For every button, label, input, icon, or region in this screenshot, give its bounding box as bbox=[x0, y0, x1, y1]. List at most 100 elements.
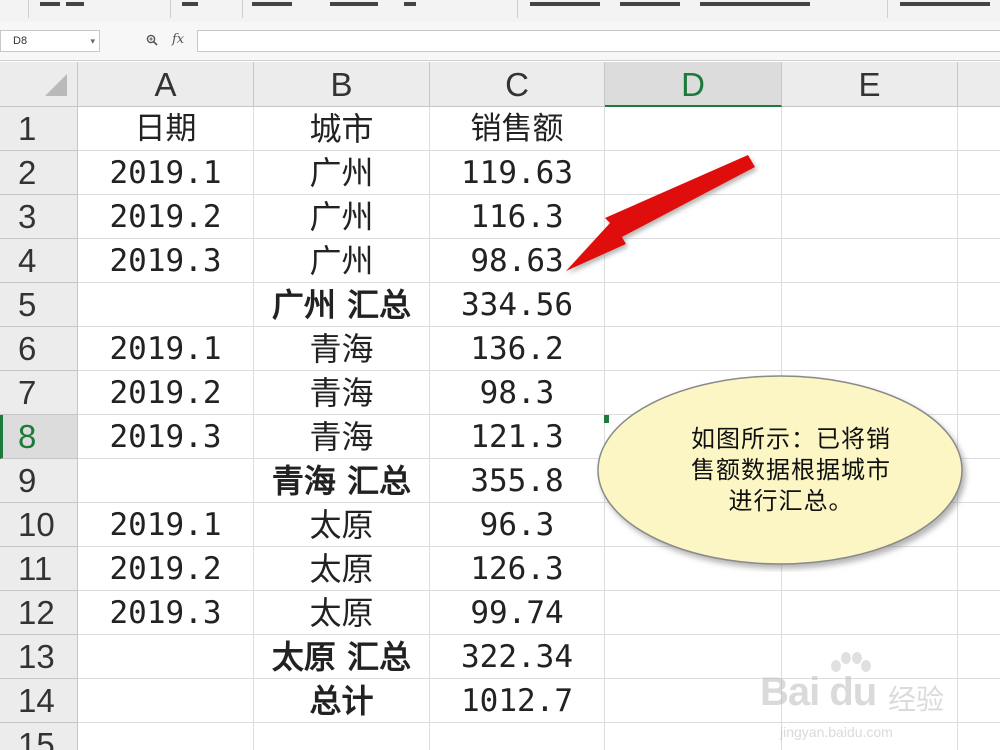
cell-x13[interactable] bbox=[958, 635, 1000, 679]
column-header-d[interactable]: D bbox=[605, 62, 782, 107]
cell-a1[interactable]: 日期 bbox=[78, 107, 254, 151]
cell-d15[interactable] bbox=[605, 723, 782, 750]
cell-e4[interactable] bbox=[782, 239, 958, 283]
cell-a8[interactable]: 2019.3 bbox=[78, 415, 254, 459]
row-header-5[interactable]: 5 bbox=[0, 283, 78, 327]
cell-b10[interactable]: 太原 bbox=[254, 503, 430, 547]
cell-b13[interactable]: 太原 汇总 bbox=[254, 635, 430, 679]
cell-a12[interactable]: 2019.3 bbox=[78, 591, 254, 635]
cell-b11[interactable]: 太原 bbox=[254, 547, 430, 591]
spreadsheet-app: D8 ▾ fx A B C D E 1 日期 城市 销售额 2 2019.1 广州 119.63 3 201… bbox=[0, 0, 1000, 750]
cell-b7[interactable]: 青海 bbox=[254, 371, 430, 415]
cell-c10[interactable]: 96.3 bbox=[430, 503, 605, 547]
cell-a5[interactable] bbox=[78, 283, 254, 327]
row-header-13[interactable]: 13 bbox=[0, 635, 78, 679]
ribbon-icon bbox=[252, 2, 292, 6]
row-header-3[interactable]: 3 bbox=[0, 195, 78, 239]
cell-a11[interactable]: 2019.2 bbox=[78, 547, 254, 591]
cell-b2[interactable]: 广州 bbox=[254, 151, 430, 195]
callout-line: 售额数据根据城市 bbox=[691, 456, 891, 484]
cell-c12[interactable]: 99.74 bbox=[430, 591, 605, 635]
row-header-1[interactable]: 1 bbox=[0, 107, 78, 151]
ribbon-icon bbox=[620, 2, 680, 6]
row-header-11[interactable]: 11 bbox=[0, 547, 78, 591]
cell-b9[interactable]: 青海 汇总 bbox=[254, 459, 430, 503]
cell-c13[interactable]: 322.34 bbox=[430, 635, 605, 679]
row-header-8[interactable]: 8 bbox=[0, 415, 78, 459]
name-box[interactable]: D8 ▾ bbox=[0, 30, 100, 52]
cell-x6[interactable] bbox=[958, 327, 1000, 371]
row-header-4[interactable]: 4 bbox=[0, 239, 78, 283]
fx-icon[interactable]: fx bbox=[172, 32, 184, 47]
row-header-6[interactable]: 6 bbox=[0, 327, 78, 371]
cell-x12[interactable] bbox=[958, 591, 1000, 635]
cell-d13[interactable] bbox=[605, 635, 782, 679]
cell-c7[interactable]: 98.3 bbox=[430, 371, 605, 415]
cell-a7[interactable]: 2019.2 bbox=[78, 371, 254, 415]
cell-c11[interactable]: 126.3 bbox=[430, 547, 605, 591]
cell-a15[interactable] bbox=[78, 723, 254, 750]
column-header-e[interactable]: E bbox=[782, 62, 958, 107]
cell-d5[interactable] bbox=[605, 283, 782, 327]
cell-x15[interactable] bbox=[958, 723, 1000, 750]
cell-a10[interactable]: 2019.1 bbox=[78, 503, 254, 547]
ribbon-group[interactable] bbox=[170, 0, 243, 18]
cell-d6[interactable] bbox=[605, 327, 782, 371]
cell-x3[interactable] bbox=[958, 195, 1000, 239]
chevron-down-icon[interactable]: ▾ bbox=[90, 31, 95, 51]
formula-input[interactable] bbox=[197, 30, 1000, 52]
cell-c5[interactable]: 334.56 bbox=[430, 283, 605, 327]
cell-b15[interactable] bbox=[254, 723, 430, 750]
cell-a2[interactable]: 2019.1 bbox=[78, 151, 254, 195]
cell-d14[interactable] bbox=[605, 679, 782, 723]
cell-c9[interactable]: 355.8 bbox=[430, 459, 605, 503]
row-header-7[interactable]: 7 bbox=[0, 371, 78, 415]
column-header-a[interactable]: A bbox=[78, 62, 254, 107]
callout-line: 如图所示：已将销 bbox=[691, 425, 891, 453]
cell-c8[interactable]: 121.3 bbox=[430, 415, 605, 459]
cell-b8[interactable]: 青海 bbox=[254, 415, 430, 459]
row-header-10[interactable]: 10 bbox=[0, 503, 78, 547]
cell-b4[interactable]: 广州 bbox=[254, 239, 430, 283]
cell-e12[interactable] bbox=[782, 591, 958, 635]
cell-b14[interactable]: 总计 bbox=[254, 679, 430, 723]
cell-x1[interactable] bbox=[958, 107, 1000, 151]
cell-a6[interactable]: 2019.1 bbox=[78, 327, 254, 371]
cell-e2[interactable] bbox=[782, 151, 958, 195]
cell-b3[interactable]: 广州 bbox=[254, 195, 430, 239]
cell-b1[interactable]: 城市 bbox=[254, 107, 430, 151]
cell-e1[interactable] bbox=[782, 107, 958, 151]
ribbon-icon bbox=[66, 2, 84, 6]
column-header-c[interactable]: C bbox=[430, 62, 605, 107]
cell-e3[interactable] bbox=[782, 195, 958, 239]
row-header-15[interactable]: 15 bbox=[0, 723, 78, 750]
cell-b6[interactable]: 青海 bbox=[254, 327, 430, 371]
cell-b5[interactable]: 广州 汇总 bbox=[254, 283, 430, 327]
row-header-14[interactable]: 14 bbox=[0, 679, 78, 723]
cell-x14[interactable] bbox=[958, 679, 1000, 723]
zoom-icon[interactable] bbox=[146, 34, 158, 46]
cell-a4[interactable]: 2019.3 bbox=[78, 239, 254, 283]
cell-a9[interactable] bbox=[78, 459, 254, 503]
cell-x5[interactable] bbox=[958, 283, 1000, 327]
cell-c6[interactable]: 136.2 bbox=[430, 327, 605, 371]
ribbon-strip bbox=[0, 0, 1000, 23]
column-header-extra[interactable] bbox=[958, 62, 1000, 107]
cell-a13[interactable] bbox=[78, 635, 254, 679]
cell-x2[interactable] bbox=[958, 151, 1000, 195]
cell-b12[interactable]: 太原 bbox=[254, 591, 430, 635]
cell-c15[interactable] bbox=[430, 723, 605, 750]
cell-e5[interactable] bbox=[782, 283, 958, 327]
ribbon-group[interactable] bbox=[0, 0, 29, 18]
cell-x4[interactable] bbox=[958, 239, 1000, 283]
row-header-9[interactable]: 9 bbox=[0, 459, 78, 503]
row-header-12[interactable]: 12 bbox=[0, 591, 78, 635]
row-header-2[interactable]: 2 bbox=[0, 151, 78, 195]
select-all-corner[interactable] bbox=[0, 62, 78, 107]
column-header-b[interactable]: B bbox=[254, 62, 430, 107]
cell-e6[interactable] bbox=[782, 327, 958, 371]
cell-a3[interactable]: 2019.2 bbox=[78, 195, 254, 239]
cell-d12[interactable] bbox=[605, 591, 782, 635]
cell-a14[interactable] bbox=[78, 679, 254, 723]
cell-c14[interactable]: 1012.7 bbox=[430, 679, 605, 723]
